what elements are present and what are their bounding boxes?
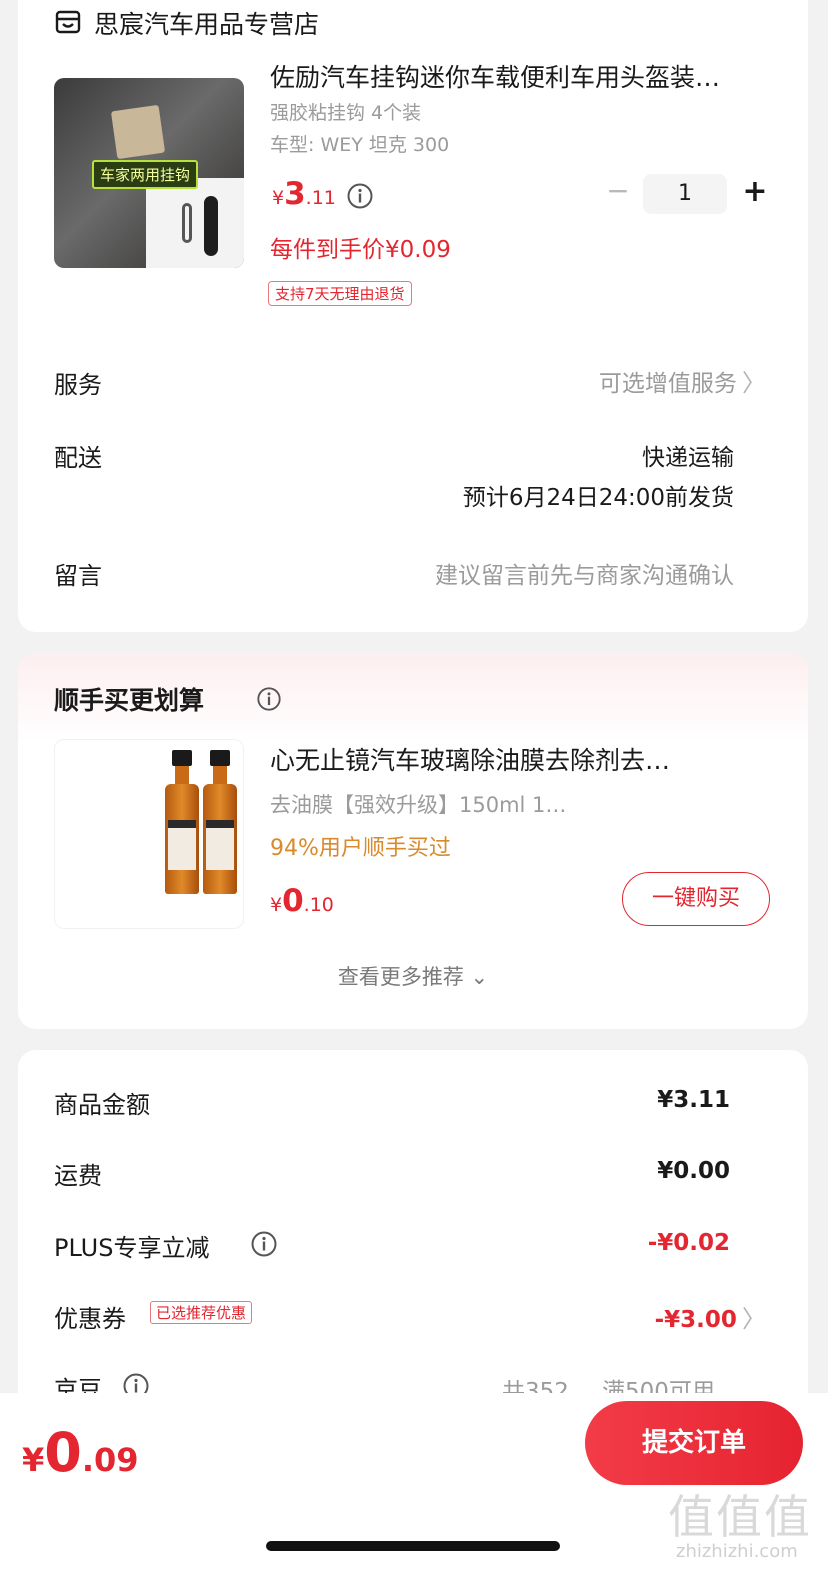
recommend-card: 顺手买更划算 心无止镜汽车玻璃除油膜去除剂去… 去油膜【强效升级】150ml 1…: [18, 653, 808, 1029]
unit-price: 每件到手价¥0.09: [270, 237, 451, 263]
service-value: 可选增值服务: [598, 371, 737, 397]
home-indicator[interactable]: [266, 1541, 560, 1551]
submit-order-button[interactable]: 提交订单: [585, 1401, 803, 1485]
price-currency: ¥: [272, 187, 285, 209]
service-row[interactable]: 可选增值服务 〉: [599, 363, 766, 398]
product-title[interactable]: 佐励汽车挂钩迷你车载便利车用头盔装…: [270, 58, 780, 94]
total-decimal: .09: [81, 1441, 139, 1479]
one-click-buy-button[interactable]: 一键购买: [622, 872, 770, 926]
product-car-model: 车型: WEY 坦克 300: [270, 134, 450, 156]
service-label: 服务: [54, 371, 102, 399]
more-recommend-link[interactable]: 查看更多推荐 ⌄: [18, 961, 808, 991]
quantity-input[interactable]: 1: [643, 174, 727, 214]
coupon-row[interactable]: -¥3.00 〉: [655, 1299, 766, 1334]
recommend-stat: 94%用户顺手买过: [270, 836, 451, 861]
recommend-product-spec[interactable]: 去油膜【强效升级】150ml 1…: [270, 789, 610, 819]
total-integer: 0: [44, 1421, 82, 1484]
watermark-logo: 值值值: [668, 1490, 812, 1544]
chevron-right-icon: 〉: [742, 1305, 766, 1333]
info-icon[interactable]: [346, 182, 374, 210]
return-policy-badge: 支持7天无理由退货: [268, 281, 412, 306]
price-decimal: .10: [303, 894, 334, 916]
chevron-right-icon: 〉: [742, 369, 766, 397]
qty-increase-button[interactable]: +: [738, 174, 772, 212]
message-input[interactable]: 建议留言前先与商家沟通确认: [435, 556, 734, 590]
delivery-label: 配送: [54, 444, 102, 472]
plus-discount-value: -¥0.02: [647, 1230, 730, 1256]
product-spec[interactable]: 强胶粘挂钩 4个装: [270, 98, 421, 125]
product-image-tag: 车家两用挂钩: [92, 160, 199, 189]
coupon-badge: 已选推荐优惠: [150, 1301, 253, 1324]
delivery-eta: 预计6月24日24:00前发货: [462, 485, 734, 511]
delivery-method[interactable]: 快递运输: [642, 438, 734, 472]
price-integer: 0: [282, 883, 304, 919]
message-label: 留言: [54, 562, 102, 590]
product-price: ¥3.11: [272, 176, 336, 212]
price-decimal: .11: [305, 187, 336, 209]
product-image[interactable]: 车家两用挂钩: [54, 78, 244, 268]
coupon-value: -¥3.00: [654, 1307, 737, 1333]
recommend-price: ¥0.10: [270, 883, 334, 919]
total-currency: ¥: [22, 1441, 45, 1479]
watermark-url: zhizhizhi.com: [676, 1541, 798, 1562]
recommend-product-name[interactable]: 心无止镜汽车玻璃除油膜去除剂去…: [270, 741, 760, 777]
plus-discount-label: PLUS专享立减: [54, 1234, 210, 1262]
store-icon: [55, 10, 81, 34]
shipping-value: ¥0.00: [657, 1158, 730, 1184]
price-currency: ¥: [270, 894, 283, 916]
qty-decrease-button[interactable]: −: [603, 176, 633, 208]
store-card: 思宸汽车用品专营店 车家两用挂钩 佐励汽车挂钩迷你车载便利车用头盔装… 强胶粘挂…: [18, 0, 808, 632]
total-price: ¥0.09: [22, 1421, 139, 1484]
checkout-bar: ¥0.09 提交订单 值值值 zhizhizhi.com: [0, 1393, 828, 1575]
info-icon[interactable]: [250, 1230, 278, 1258]
price-integer: 3: [284, 176, 306, 212]
shipping-label: 运费: [54, 1162, 102, 1190]
goods-amount-label: 商品金额: [54, 1091, 150, 1119]
coupon-label: 优惠券: [54, 1305, 126, 1333]
info-icon[interactable]: [256, 686, 282, 712]
store-name[interactable]: 思宸汽车用品专营店: [94, 5, 319, 41]
recommend-product-image[interactable]: [54, 739, 244, 929]
recommend-title: 顺手买更划算: [54, 686, 205, 715]
goods-amount-value: ¥3.11: [657, 1087, 730, 1113]
